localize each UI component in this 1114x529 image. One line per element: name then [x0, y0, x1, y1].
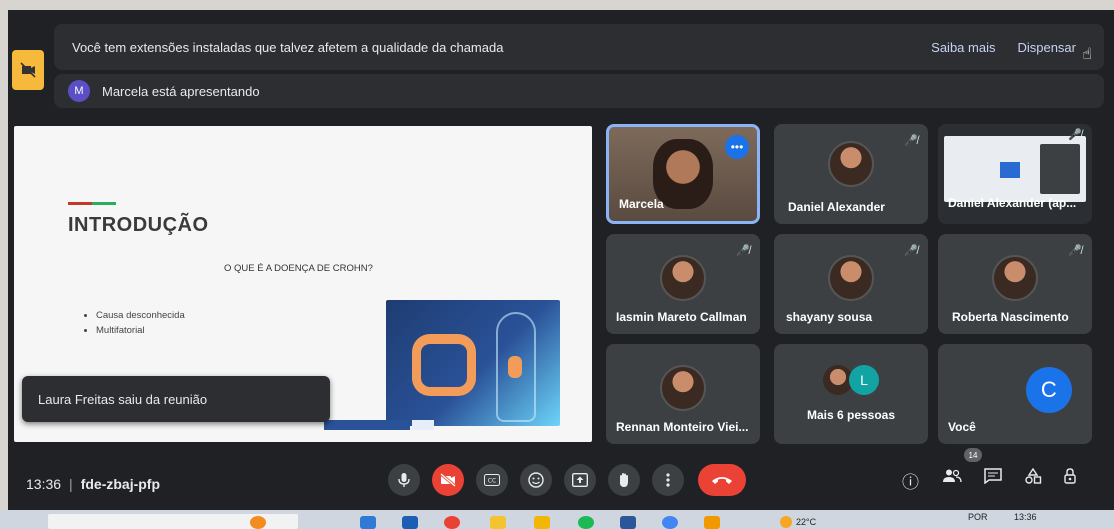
extension-warning-icon[interactable]	[12, 50, 44, 90]
presenting-bar: M Marcela está apresentando	[54, 74, 1104, 108]
mic-off-icon: 🎤̸	[736, 245, 750, 257]
leave-call-button[interactable]	[698, 464, 746, 496]
self-avatar: C	[1025, 367, 1072, 413]
mic-off-icon: 🎤̸	[1068, 245, 1082, 257]
input-language[interactable]: POR	[968, 512, 988, 522]
taskbar-app-icon[interactable]	[534, 516, 550, 529]
chrome-active-icon[interactable]	[662, 516, 678, 529]
hand-cursor-icon: ☝	[1082, 46, 1092, 63]
taskbar-app-icon[interactable]	[704, 516, 720, 529]
taskbar-app-icon[interactable]	[402, 516, 418, 529]
activities-icon[interactable]	[1024, 467, 1042, 489]
control-bar: 13:36 | fde-zbaj-pfp CC ⓘ 14	[8, 448, 1114, 508]
participant-tile[interactable]: 🎤̸ Roberta Nascimento	[938, 234, 1092, 334]
colon-illustration	[386, 300, 560, 426]
participant-name: shayany sousa	[786, 310, 873, 324]
banner-message: Você tem extensões instaladas que talvez…	[72, 39, 504, 55]
emoji-reactions-button[interactable]	[520, 464, 552, 496]
participant-name: Rennan Monteiro Viei...	[616, 420, 749, 434]
participant-tile-marcela[interactable]: ••• Marcela	[606, 124, 760, 224]
word-icon[interactable]	[620, 516, 636, 529]
system-clock[interactable]: 13:36	[1014, 512, 1037, 522]
present-now-button[interactable]	[564, 464, 596, 496]
meeting-info: 13:36 | fde-zbaj-pfp	[26, 476, 160, 492]
taskbar-app-icon[interactable]	[250, 516, 266, 529]
slide-embedded-button-secondary	[412, 420, 434, 430]
weather-icon	[780, 516, 792, 528]
participant-tile[interactable]: 🎤̸ shayany sousa	[774, 234, 928, 334]
chrome-icon[interactable]	[444, 516, 460, 529]
participant-avatar	[992, 255, 1038, 301]
slide-title: INTRODUÇÃO	[68, 214, 209, 236]
participant-avatar	[828, 141, 874, 187]
camera-off-button[interactable]	[432, 464, 464, 496]
more-options-button[interactable]	[652, 464, 684, 496]
edge-icon[interactable]	[360, 516, 376, 529]
participant-tile[interactable]: 🎤̸ Iasmin Mareto Callman	[606, 234, 760, 334]
slide-embedded-button	[324, 420, 410, 430]
participant-avatar	[660, 365, 706, 411]
leave-notification: Laura Freitas saiu da reunião	[22, 376, 330, 422]
raise-hand-button[interactable]	[608, 464, 640, 496]
file-explorer-icon[interactable]	[490, 516, 506, 529]
mic-off-icon: 🎤̸	[904, 245, 918, 257]
presenter-avatar: M	[68, 80, 90, 102]
participant-avatar	[828, 255, 874, 301]
weather-temperature: 22°C	[796, 517, 817, 527]
host-controls-icon[interactable]	[1062, 468, 1078, 489]
slide-accent-bar	[68, 202, 116, 205]
captions-button[interactable]: CC	[476, 464, 508, 496]
participant-tile-self[interactable]: C Você	[938, 344, 1092, 444]
slide-bullet: Multifatorial	[96, 325, 185, 336]
presenting-text: Marcela está apresentando	[102, 83, 260, 99]
participant-name: Você	[948, 420, 976, 434]
mic-off-icon: 🎤̸	[1068, 129, 1082, 141]
participant-tile[interactable]: Rennan Monteiro Viei...	[606, 344, 760, 444]
extension-banner: Você tem extensões instaladas que talvez…	[54, 24, 1104, 70]
participant-name: Roberta Nascimento	[952, 310, 1069, 324]
group-avatars: L	[823, 365, 879, 395]
slide-bullet: Causa desconhecida	[96, 310, 185, 321]
windows-taskbar: 22°C POR 13:36	[0, 510, 1114, 529]
meeting-code: fde-zbaj-pfp	[80, 476, 161, 492]
participant-name: Iasmin Mareto Callman	[616, 310, 747, 324]
more-options-icon[interactable]: •••	[725, 135, 749, 159]
dismiss-button[interactable]: Dispensar	[1017, 40, 1076, 55]
participant-avatar: L	[849, 365, 879, 395]
spotify-icon[interactable]	[578, 516, 594, 529]
participant-tile-screen-share[interactable]: 🎤̸ Daniel Alexander (ap...	[938, 124, 1092, 224]
participant-name: Daniel Alexander (ap...	[948, 196, 1077, 210]
meeting-time: 13:36	[26, 476, 62, 492]
participant-count-badge: 14	[964, 448, 982, 462]
meeting-separator: |	[69, 476, 73, 492]
learn-more-link[interactable]: Saiba mais	[931, 40, 995, 55]
participant-name: Marcela	[619, 197, 664, 211]
chat-icon[interactable]	[984, 468, 1002, 489]
shared-screen-thumbnail	[944, 136, 1086, 202]
people-icon[interactable]	[942, 468, 962, 489]
slide-bullets: Causa desconhecida Multifatorial	[96, 310, 185, 340]
participant-avatar	[660, 255, 706, 301]
microphone-button[interactable]	[388, 464, 420, 496]
more-people-label: Mais 6 pessoas	[806, 408, 896, 422]
meet-window: Você tem extensões instaladas que talvez…	[8, 10, 1114, 520]
slide-subtitle: O QUE É A DOENÇA DE CROHN?	[224, 263, 373, 274]
participant-tile[interactable]: 🎤̸ Daniel Alexander	[774, 124, 928, 224]
participant-tile-more-people[interactable]: L Mais 6 pessoas	[774, 344, 928, 444]
participant-name: Daniel Alexander	[788, 200, 885, 214]
meeting-details-icon[interactable]: ⓘ	[902, 468, 919, 493]
svg-text:CC: CC	[488, 478, 496, 485]
mic-off-icon: 🎤̸	[904, 135, 918, 147]
monitor-bezel-left	[0, 0, 8, 529]
